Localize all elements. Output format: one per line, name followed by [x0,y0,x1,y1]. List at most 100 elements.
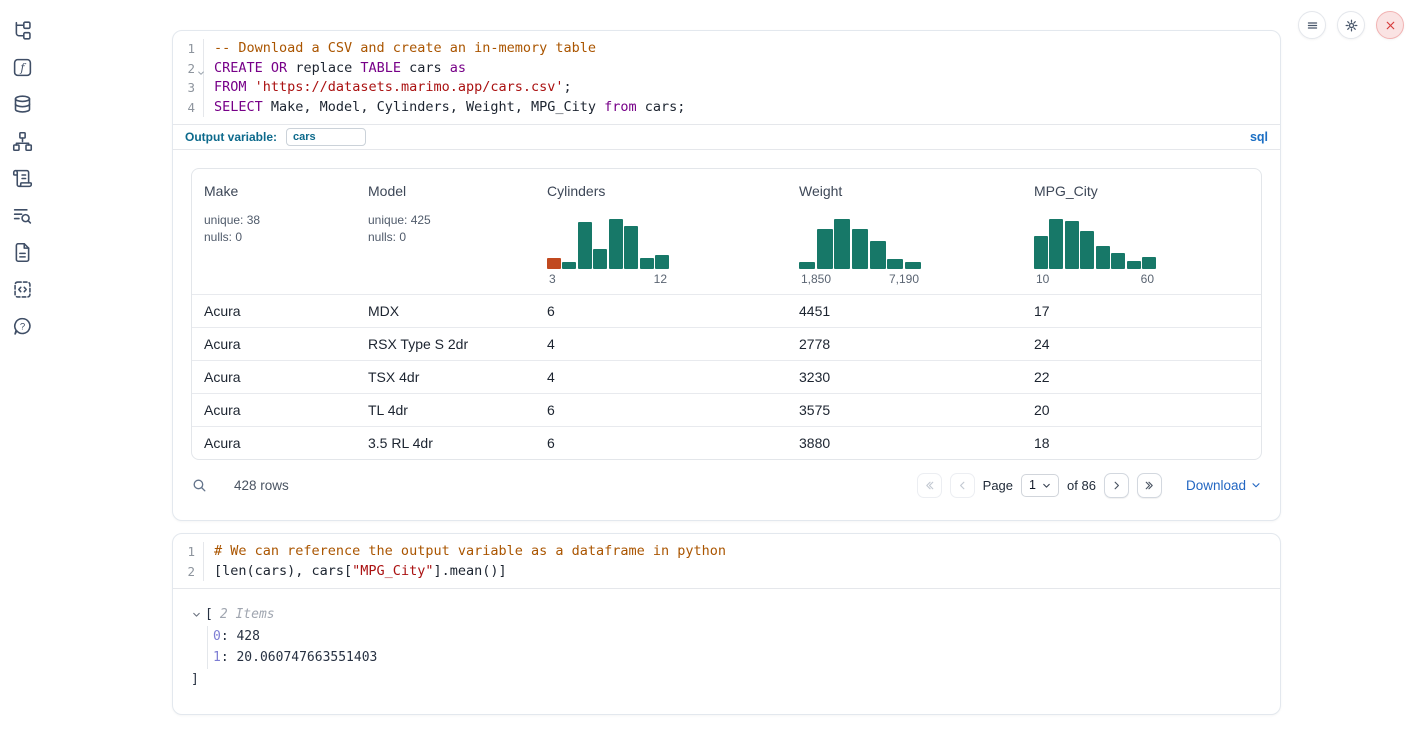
column-name[interactable]: Make [204,183,368,199]
code-text: # We can reference the output variable a… [204,542,726,562]
column-histogram [547,201,669,269]
chevron-down-icon [1250,479,1262,491]
code-text: -- Download a CSV and create an in-memor… [204,39,596,59]
next-page-button[interactable] [1104,473,1129,498]
table-cell: 2778 [799,328,1034,360]
histogram-bar [852,229,868,269]
output-variable-label: Output variable: [185,130,277,144]
line-number: 1 [173,39,204,59]
table-cell: Acura [204,427,368,459]
page-total-label: of 86 [1067,478,1096,493]
download-label: Download [1186,478,1246,493]
sql-cell: 1-- Download a CSV and create an in-memo… [172,30,1281,521]
histogram-bar [578,222,592,269]
settings-button[interactable] [1337,11,1365,39]
code-line: 1-- Download a CSV and create an in-memo… [173,39,1280,59]
tree-children: 0: 4281: 20.060747663551403 [207,626,1262,669]
table-cell: 3230 [799,361,1034,393]
line-number: 2 [173,59,204,79]
column-header: Modelunique: 425nulls: 0 [368,183,547,286]
table-cell: Acura [204,295,368,327]
page-select[interactable]: 1 [1021,474,1059,497]
histogram-bar [562,262,576,269]
table-cell: 3.5 RL 4dr [368,427,547,459]
code-line: 1# We can reference the output variable … [173,542,1280,562]
menu-button[interactable] [1298,11,1326,39]
svg-text:?: ? [19,322,24,333]
top-right-controls [1298,11,1404,39]
histogram-bar [1096,246,1110,269]
table-cell: 18 [1034,427,1249,459]
histogram-bar [593,249,607,269]
table-cell: 6 [547,295,799,327]
file-text-icon[interactable] [12,242,33,263]
download-button[interactable]: Download [1186,478,1262,493]
column-histogram [799,201,921,269]
line-number: 1 [173,542,204,562]
output-variable-input[interactable] [286,128,366,146]
dataframe-table: Make unique: 38nulls: 0Modelunique: 425nu… [191,168,1262,460]
tree-root-row: [ 2 Items [191,604,1262,626]
last-page-button[interactable] [1137,473,1162,498]
function-square-icon[interactable]: f [12,57,33,78]
table-cell: RSX Type S 2dr [368,328,547,360]
histogram-bar [799,262,815,269]
file-tree-icon[interactable] [12,20,33,41]
collapse-chevron-icon[interactable] [191,609,202,620]
shutdown-button[interactable] [1376,11,1404,39]
database-icon[interactable] [12,94,33,115]
histogram-bar [1034,236,1048,269]
column-name[interactable]: Model [368,183,547,199]
table-cell: 6 [547,394,799,426]
table-header: Make unique: 38nulls: 0Modelunique: 425nu… [192,169,1261,294]
histogram-bar [1142,257,1156,269]
table-cell: 24 [1034,328,1249,360]
dependency-graph-icon[interactable] [12,131,33,152]
page-select-value: 1 [1029,478,1036,492]
table-cell: 4451 [799,295,1034,327]
python-code-editor[interactable]: 1# We can reference the output variable … [173,534,1280,588]
column-stats: unique: 38nulls: 0 [204,212,368,245]
table-cell: Acura [204,361,368,393]
code-line: 3FROM 'https://datasets.marimo.app/cars.… [173,78,1280,98]
prev-page-button[interactable] [950,473,975,498]
table-cell: Acura [204,394,368,426]
table-row[interactable]: AcuraRSX Type S 2dr4277824 [192,327,1261,360]
help-bubble-icon[interactable]: ? [12,316,33,337]
page-label: Page [983,478,1013,493]
first-page-button[interactable] [917,473,942,498]
histogram-bar [640,258,654,269]
tree-entry-value: : 428 [221,629,260,644]
tree-entry-key: 1 [213,650,221,665]
histogram-bar [887,259,903,269]
column-name[interactable]: MPG_City [1034,183,1249,199]
table-cell: 3575 [799,394,1034,426]
code-line: 2[len(cars), cars["MPG_City"].mean()] [173,562,1280,582]
table-row[interactable]: AcuraTL 4dr6357520 [192,393,1261,426]
svg-text:f: f [19,60,26,74]
list-search-icon[interactable] [12,205,33,226]
code-line: 2CREATE OR replace TABLE cars as [173,59,1280,79]
snippets-icon[interactable] [12,279,33,300]
sql-code-editor[interactable]: 1-- Download a CSV and create an in-memo… [173,31,1280,124]
table-row[interactable]: AcuraTSX 4dr4323022 [192,360,1261,393]
histogram-bar [834,219,850,269]
left-sidebar: f ? [8,20,36,337]
table-cell: 20 [1034,394,1249,426]
column-name[interactable]: Weight [799,183,1034,199]
histogram-bar [1049,219,1063,269]
column-histogram [1034,201,1156,269]
table-row[interactable]: Acura3.5 RL 4dr6388018 [192,426,1261,459]
column-header: Make unique: 38nulls: 0 [204,183,368,286]
scroll-text-icon[interactable] [12,168,33,189]
histogram-axis-labels: 312 [547,269,669,286]
items-count-label: 2 Items [220,604,275,626]
search-icon[interactable] [191,477,208,494]
table-body: AcuraMDX6445117AcuraRSX Type S 2dr427782… [192,294,1261,459]
histogram-bar [609,219,623,269]
output-tree: [ 2 Items 0: 4281: 20.060747663551403 ] [173,589,1280,714]
tree-entry: 0: 428 [213,626,1262,648]
table-row[interactable]: AcuraMDX6445117 [192,294,1261,327]
histogram-bar [1127,261,1141,269]
column-name[interactable]: Cylinders [547,183,799,199]
